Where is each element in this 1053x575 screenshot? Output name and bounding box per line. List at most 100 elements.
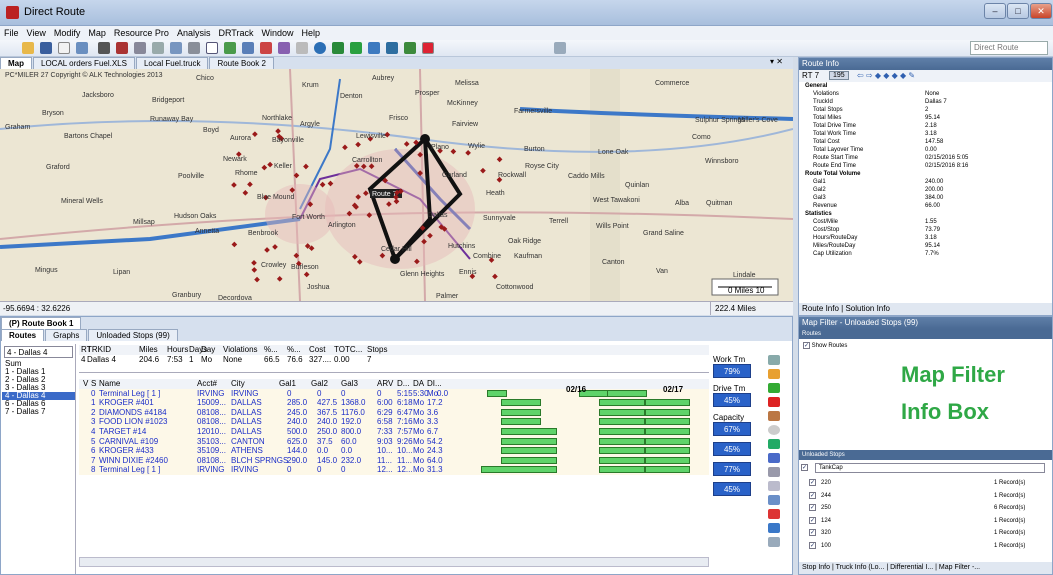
lasso-icon[interactable] [242,42,254,54]
menu-analysis[interactable]: Analysis [173,26,215,40]
gantt-bar[interactable] [501,408,541,416]
tab-map-filter[interactable]: Map Filter -... [939,564,980,571]
unloaded-filter-row[interactable]: ✓ 220 1 Record(s) [809,477,1044,490]
stop-marker[interactable] [247,181,253,188]
stop-column-header[interactable]: City [231,379,245,389]
gantt-bar[interactable] [599,418,645,426]
stop-marker[interactable] [355,141,361,148]
stop-marker[interactable] [342,144,348,151]
tab-route-info[interactable]: Route Info [802,304,839,313]
tab-differential[interactable]: Differential I... [890,564,933,571]
horizontal-scrollbar[interactable] [79,557,709,567]
subtab-unloaded-stops[interactable]: Unloaded Stops (99) [88,329,178,341]
gantt-bar[interactable] [607,389,647,397]
columns-icon[interactable] [768,355,780,365]
property-row[interactable]: Route End Time 02/15/2016 8:16 [799,162,1052,170]
gantt-bar[interactable] [501,399,541,407]
stop-marker[interactable] [465,150,471,156]
stop-marker[interactable] [272,244,278,250]
gantt-bar[interactable] [501,427,557,435]
gantt-bar[interactable] [501,437,557,445]
route-nav-icons[interactable]: ⇦ ⇨ ◆ ◆ ◆ ◆ ✎ [857,71,915,80]
filter-row-checkbox[interactable]: ✓ [809,541,816,549]
stop-row[interactable]: 5 CARNIVAL #109 35103... CANTON 625.0 37.5 60.… [79,437,709,447]
grid-icon[interactable] [134,42,146,54]
stop-row[interactable]: 7 WINN DIXIE #2460 08108... BLCH SPRNGS 290.… [79,456,709,466]
stop-row[interactable]: 2 DIAMONDS #4184 08108... DALLAS 245.0 367.5 1… [79,408,709,418]
property-row[interactable]: Total Layover Time 0.00 [799,146,1052,154]
menu-map[interactable]: Map [84,26,110,40]
tree-icon[interactable] [332,42,344,54]
globe-icon[interactable] [314,42,326,54]
route-icon[interactable] [76,42,88,54]
gantt-bar[interactable] [599,456,645,464]
stop-marker[interactable] [231,182,237,188]
filter-row-checkbox[interactable]: ✓ [809,478,816,486]
unloaded-filter-row[interactable]: ✓ 250 6 Record(s) [809,502,1044,515]
highlight-icon[interactable] [768,369,780,379]
map-view[interactable]: Route 7 Chico Krum Aubrey Melissa Commerce Ja… [0,69,793,301]
summary-column-header[interactable]: Stops [367,345,387,355]
stop-marker[interactable] [275,128,281,134]
stop-row[interactable]: 0 Terminal Leg [ 1 ] IRVING IRVING 0 0 0 0 5:15 5… [79,389,709,399]
property-row[interactable]: Revenue 66.00 [799,202,1052,210]
gantt-bar[interactable] [645,399,690,407]
menu-file[interactable]: File [0,26,23,40]
property-row[interactable]: Total Miles 95.14 [799,114,1052,122]
gantt-bar[interactable] [645,447,690,455]
binoculars-icon[interactable] [98,42,110,54]
stop-marker[interactable] [264,247,270,253]
truck-icon[interactable] [116,42,128,54]
tab-map[interactable]: Map [0,57,32,69]
menu-modify[interactable]: Modify [50,26,85,40]
stop-column-header[interactable]: Gal3 [341,379,358,389]
open-icon[interactable] [22,42,34,54]
stop-marker[interactable] [303,271,310,278]
stop-marker[interactable] [403,141,410,147]
filter-row-checkbox[interactable]: ✓ [809,516,816,524]
menu-window[interactable]: Window [257,26,297,40]
stop-column-header[interactable]: DI... [427,379,442,389]
tab-local-fuel-truck[interactable]: Local Fuel.truck [135,57,209,69]
category-row[interactable]: Route Total Volume [799,170,1052,178]
stop-column-header[interactable]: V [83,379,88,389]
menu-resource-pro[interactable]: Resource Pro [110,26,173,40]
clock-icon[interactable] [768,425,780,435]
gantt-bar[interactable] [599,437,645,445]
route-list-item[interactable]: 7 - Dallas 7 [2,408,75,416]
stop-marker[interactable] [450,148,457,155]
stop-marker[interactable] [492,273,498,280]
optimize-icon[interactable] [768,411,780,421]
unloaded-filter-row[interactable]: ✓ 320 1 Record(s) [809,527,1044,540]
stop-marker[interactable] [261,164,268,171]
gantt-bar[interactable] [645,418,690,426]
pin-icon[interactable] [260,42,272,54]
stop-column-header[interactable]: D... [397,379,409,389]
stop-marker[interactable] [251,260,257,266]
stop-row[interactable]: 8 Terminal Leg [ 1 ] IRVING IRVING 0 0 0 12... 1… [79,465,709,475]
stop-marker[interactable] [251,267,258,273]
summary-column-header[interactable]: Cost [309,345,325,355]
property-row[interactable]: Total Drive Time 2.18 [799,122,1052,130]
stop-marker[interactable] [231,241,238,248]
property-row[interactable]: Violations None [799,90,1052,98]
stop-marker[interactable] [252,131,258,137]
gantt-bar[interactable] [487,389,507,397]
group-icon[interactable] [386,42,398,54]
map-canvas[interactable]: Route 7 Chico Krum Aubrey Melissa Commerce Ja… [0,69,793,301]
stop-column-header[interactable]: DA [413,379,424,389]
property-row[interactable]: Cost/Mile 1.55 [799,218,1052,226]
filter-icon[interactable] [188,42,200,54]
tab-local-orders[interactable]: LOCAL orders Fuel.XLS [33,57,135,69]
table-icon[interactable] [768,481,780,491]
property-row[interactable]: Miles/RouteDay 95.14 [799,242,1052,250]
stop-row[interactable]: 1 KROGER #401 15009... DALLAS 285.0 427.5 1368… [79,398,709,408]
gantt-bar[interactable] [599,466,645,474]
property-row[interactable]: Cost/Stop 73.79 [799,226,1052,234]
new-icon[interactable] [58,42,70,54]
unloaded-filter-row[interactable]: ✓ 244 1 Record(s) [809,490,1044,503]
layout-icon[interactable] [554,42,566,54]
tree-tool-icon[interactable] [768,439,780,449]
gantt-bar[interactable] [645,408,690,416]
property-row[interactable]: TruckId Dallas 7 [799,98,1052,106]
